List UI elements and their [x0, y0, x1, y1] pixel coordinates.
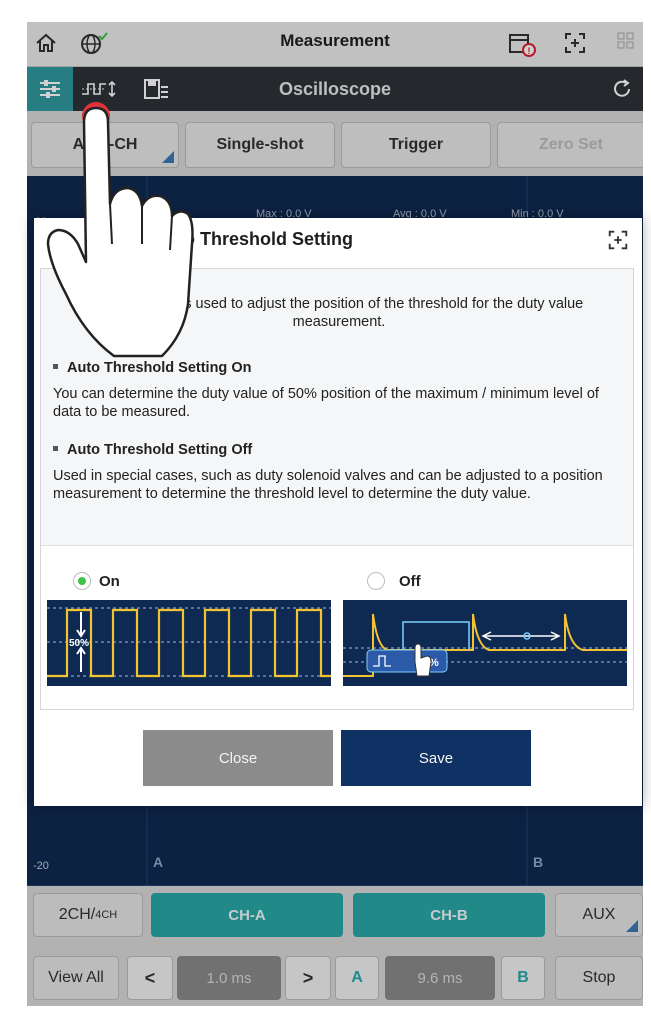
close-button[interactable]: Close [143, 730, 333, 786]
option-on-radio[interactable] [73, 572, 91, 590]
option-on-preview[interactable]: 50% [47, 600, 331, 686]
expand-icon[interactable] [606, 228, 630, 257]
threshold-options: On 50% Off % [41, 545, 633, 709]
save-button[interactable]: Save [341, 730, 531, 786]
close-button-label: Close [218, 749, 258, 767]
option-off-preview[interactable]: % [343, 600, 627, 686]
save-button-label: Save [418, 749, 454, 767]
section-off-title: Auto Threshold Setting Off [53, 441, 625, 459]
option-on-label[interactable]: On [99, 573, 120, 590]
option-off-radio[interactable] [367, 572, 385, 590]
option-off-label[interactable]: Off [399, 573, 421, 590]
on-preview-percent-label: 50% [69, 638, 89, 649]
pointing-hand-icon [46, 102, 194, 358]
section-off-text: Used in special cases, such as duty sole… [53, 468, 603, 502]
duty-waveform-on: 50% [47, 607, 331, 678]
solenoid-waveform-off: % [343, 613, 627, 677]
section-on-text: You can determine the duty value of 50% … [53, 386, 599, 420]
